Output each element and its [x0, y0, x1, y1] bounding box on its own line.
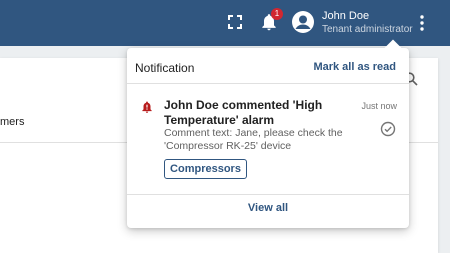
user-role: Tenant administrator: [322, 24, 413, 35]
view-all-link[interactable]: View all: [127, 202, 409, 214]
background-tab-label[interactable]: mers: [0, 116, 24, 128]
notification-action-button[interactable]: Compressors: [164, 159, 247, 179]
user-name[interactable]: John Doe: [322, 10, 369, 22]
alarm-bell-icon: [142, 101, 152, 113]
panel-divider: [127, 83, 409, 84]
mark-as-read-icon[interactable]: [380, 121, 396, 137]
top-app-bar: 1 John Doe Tenant administrator: [0, 0, 450, 46]
notification-count-badge: 1: [271, 8, 283, 20]
notification-time: Just now: [361, 101, 397, 111]
fullscreen-icon[interactable]: [227, 14, 243, 30]
account-circle-icon[interactable]: [291, 10, 315, 34]
notification-title: John Doe commented 'High Temperature' al…: [164, 98, 323, 127]
panel-divider-bottom: [127, 194, 409, 195]
more-vert-icon[interactable]: [418, 14, 426, 32]
notification-text: Comment text: Jane, please check the 'Co…: [164, 127, 343, 152]
panel-title: Notification: [135, 61, 195, 75]
mark-all-read-link[interactable]: Mark all as read: [313, 61, 396, 73]
notification-panel: Notification Mark all as read John Doe c…: [127, 39, 409, 228]
